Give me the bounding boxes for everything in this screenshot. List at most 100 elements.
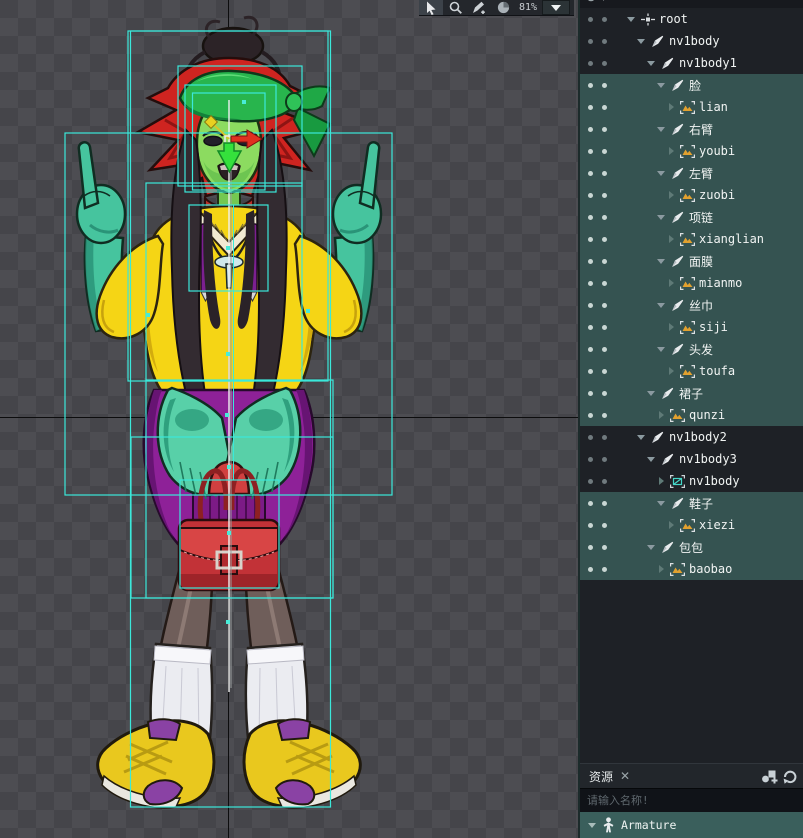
lock-dot-icon[interactable] xyxy=(602,435,607,440)
tree-row-slot-zuobi[interactable]: zuobi xyxy=(580,184,803,206)
expander-down-icon[interactable] xyxy=(656,498,666,508)
create-tool-button[interactable] xyxy=(467,0,491,15)
expander-down-icon[interactable] xyxy=(646,454,656,464)
visibility-dot-icon[interactable] xyxy=(588,149,593,154)
lock-dot-icon[interactable] xyxy=(602,325,607,330)
tree-row-slot-lian[interactable]: lian xyxy=(580,96,803,118)
lock-dot-icon[interactable] xyxy=(602,369,607,374)
zoom-dropdown-button[interactable] xyxy=(542,0,570,15)
expander-down-icon[interactable] xyxy=(656,124,666,134)
lock-dot-icon[interactable] xyxy=(602,237,607,242)
tree-row-bone-xiezi[interactable]: 鞋子 xyxy=(580,492,803,514)
tree-row-slot-qunzi[interactable]: qunzi xyxy=(580,404,803,426)
visibility-dot-icon[interactable] xyxy=(588,237,593,242)
expander-down-icon[interactable] xyxy=(636,36,646,46)
lock-dot-icon[interactable] xyxy=(602,259,607,264)
lock-dot-icon[interactable] xyxy=(602,39,607,44)
close-icon[interactable]: ✕ xyxy=(620,770,630,782)
expander-down-icon[interactable] xyxy=(646,388,656,398)
expander-right-icon[interactable] xyxy=(656,476,666,486)
tree-row-mesh-nv1body[interactable]: nv1body xyxy=(580,470,803,492)
expander-right-icon[interactable] xyxy=(666,146,676,156)
tree-row-bone-xianglian[interactable]: 项链 xyxy=(580,206,803,228)
expander-down-icon[interactable] xyxy=(646,542,656,552)
lock-dot-icon[interactable] xyxy=(602,193,607,198)
visibility-dot-icon[interactable] xyxy=(588,17,593,22)
visibility-dot-icon[interactable] xyxy=(588,259,593,264)
lock-dot-icon[interactable] xyxy=(602,17,607,22)
add-resource-icon[interactable] xyxy=(761,769,779,784)
expander-right-icon[interactable] xyxy=(656,410,666,420)
visibility-dot-icon[interactable] xyxy=(588,193,593,198)
expander-down-icon[interactable] xyxy=(626,14,636,24)
lock-dot-icon[interactable] xyxy=(602,523,607,528)
visibility-dot-icon[interactable] xyxy=(588,105,593,110)
tree-row-slot-toufa[interactable]: toufa xyxy=(580,360,803,382)
visibility-dot-icon[interactable] xyxy=(588,391,593,396)
visibility-dot-icon[interactable] xyxy=(588,83,593,88)
lock-dot-icon[interactable] xyxy=(602,83,607,88)
expander-right-icon[interactable] xyxy=(666,520,676,530)
lock-dot-icon[interactable] xyxy=(602,457,607,462)
lock-dot-icon[interactable] xyxy=(602,413,607,418)
expander-right-icon[interactable] xyxy=(666,190,676,200)
visibility-dot-icon[interactable] xyxy=(588,567,593,572)
lock-dot-icon[interactable] xyxy=(602,149,607,154)
display-mode-button[interactable] xyxy=(491,0,515,15)
lock-dot-icon[interactable] xyxy=(602,545,607,550)
tree-row-slot-xiezi[interactable]: xiezi xyxy=(580,514,803,536)
tree-row-bone-siji[interactable]: 丝巾 xyxy=(580,294,803,316)
expander-down-icon[interactable] xyxy=(656,300,666,310)
lock-dot-icon[interactable] xyxy=(602,567,607,572)
resource-search-input[interactable] xyxy=(580,794,803,807)
canvas-viewport[interactable]: 81% xyxy=(0,0,578,838)
expander-down-icon[interactable] xyxy=(636,432,646,442)
lock-dot-icon[interactable] xyxy=(602,347,607,352)
visibility-dot-icon[interactable] xyxy=(588,457,593,462)
tree-row-bone-root[interactable]: root xyxy=(580,8,803,30)
expander-down-icon[interactable] xyxy=(656,168,666,178)
lock-dot-icon[interactable] xyxy=(602,215,607,220)
visibility-dot-icon[interactable] xyxy=(588,545,593,550)
visibility-dot-icon[interactable] xyxy=(588,281,593,286)
resource-item-armature[interactable]: Armature xyxy=(580,812,803,838)
tree-row-slot-youbi[interactable]: youbi xyxy=(580,140,803,162)
tree-row-slot-siji[interactable]: siji xyxy=(580,316,803,338)
expander-right-icon[interactable] xyxy=(666,234,676,244)
tree-row-bone-toufa[interactable]: 头发 xyxy=(580,338,803,360)
lock-dot-icon[interactable] xyxy=(602,479,607,484)
lock-dot-icon[interactable] xyxy=(602,61,607,66)
tree-row-slot-baobao[interactable]: baobao xyxy=(580,558,803,580)
visibility-dot-icon[interactable] xyxy=(588,39,593,44)
visibility-dot-icon[interactable] xyxy=(588,413,593,418)
tab-resources[interactable]: 资源 ✕ xyxy=(580,764,639,788)
expander-down-icon[interactable] xyxy=(646,58,656,68)
expander-right-icon[interactable] xyxy=(666,102,676,112)
tree-row-bone-nv1body2[interactable]: nv1body2 xyxy=(580,426,803,448)
tree-row-bone-qunzi[interactable]: 裙子 xyxy=(580,382,803,404)
lock-dot-icon[interactable] xyxy=(602,501,607,506)
visibility-dot-icon[interactable] xyxy=(588,435,593,440)
visibility-dot-icon[interactable] xyxy=(588,501,593,506)
tree-row-bone-nv1body1[interactable]: nv1body1 xyxy=(580,52,803,74)
tree-row-bone-youbi[interactable]: 右臂 xyxy=(580,118,803,140)
visibility-dot-icon[interactable] xyxy=(588,369,593,374)
expander-down-icon[interactable] xyxy=(656,344,666,354)
hierarchy-panel-header[interactable]: Armature xyxy=(580,0,803,8)
select-tool-button[interactable] xyxy=(419,0,443,15)
tree-row-slot-xianglian[interactable]: xianglian xyxy=(580,228,803,250)
expander-right-icon[interactable] xyxy=(656,564,666,574)
visibility-dot-icon[interactable] xyxy=(588,479,593,484)
expander-down-icon[interactable] xyxy=(656,80,666,90)
expander-down-icon[interactable] xyxy=(656,212,666,222)
visibility-dot-icon[interactable] xyxy=(588,303,593,308)
tree-row-bone-mianmo[interactable]: 面膜 xyxy=(580,250,803,272)
expander-right-icon[interactable] xyxy=(666,278,676,288)
expander-down-icon[interactable] xyxy=(656,256,666,266)
lock-dot-icon[interactable] xyxy=(602,127,607,132)
tree-row-bone-lian[interactable]: 脸 xyxy=(580,74,803,96)
tree-row-slot-mianmo[interactable]: mianmo xyxy=(580,272,803,294)
visibility-dot-icon[interactable] xyxy=(588,127,593,132)
tree-row-bone-nv1body[interactable]: nv1body xyxy=(580,30,803,52)
expander-right-icon[interactable] xyxy=(666,322,676,332)
